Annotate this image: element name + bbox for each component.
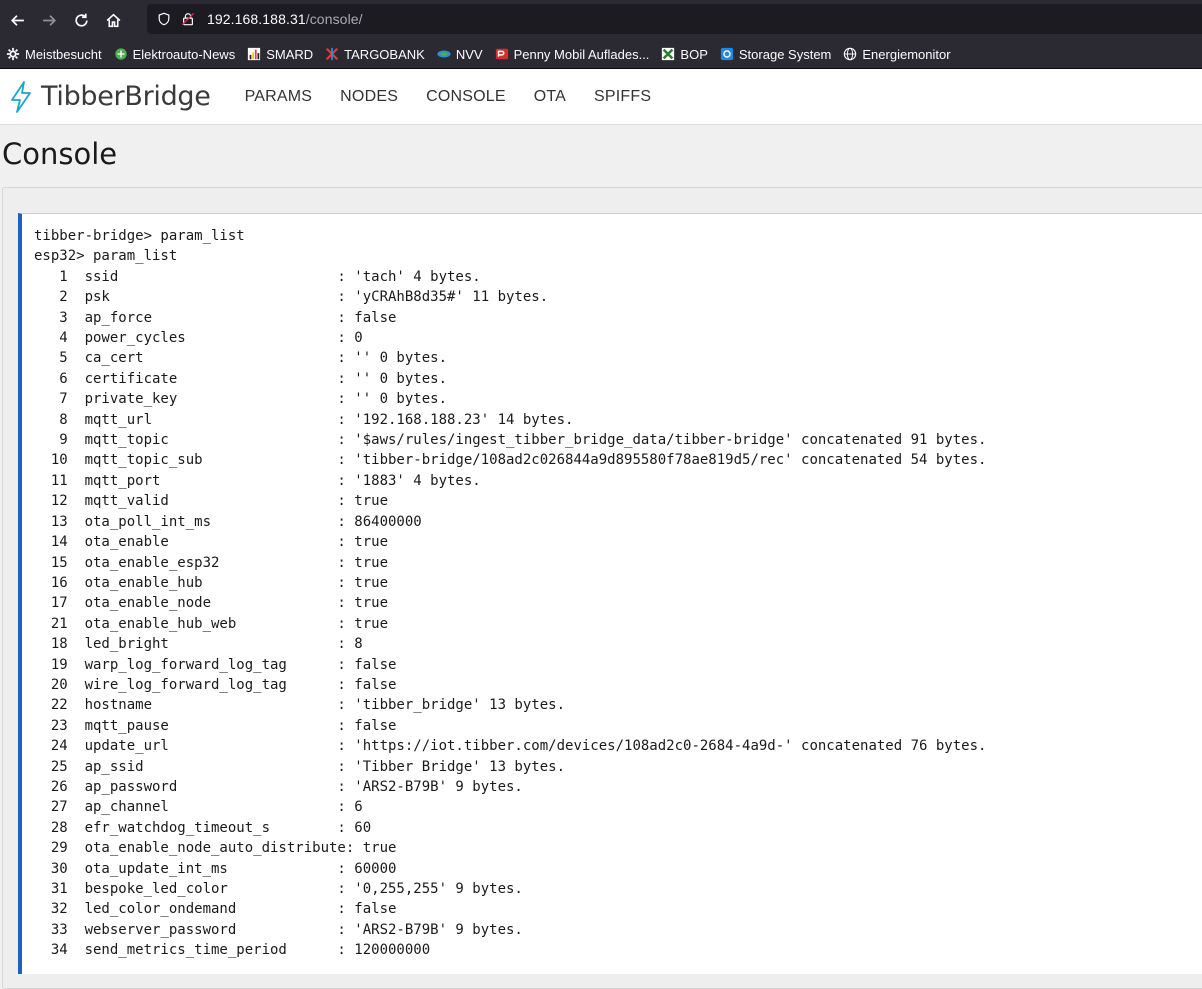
console-line: 22 hostname : 'tibber_bridge' 13 bytes. <box>34 697 566 714</box>
bookmark-nvv[interactable]: NVV <box>437 47 483 62</box>
console-line: 8 mqtt_url : '192.168.188.23' 14 bytes. <box>34 411 574 428</box>
bookmark-elektroauto-news[interactable]: Elektroauto-News <box>114 46 236 62</box>
address-bar[interactable]: 192.168.188.31/console/ <box>147 4 1202 34</box>
bookmark-label: Energiemonitor <box>862 46 951 62</box>
console-line: 31 bespoke_led_color : '0,255,255' 9 byt… <box>34 881 523 897</box>
nav-console[interactable]: CONSOLE <box>426 88 506 106</box>
console-line: 32 led_color_ondemand : false <box>34 901 397 918</box>
bookmark-label: TARGOBANK <box>344 46 425 62</box>
arrow-right-icon <box>42 14 56 26</box>
console-line: 9 mqtt_topic : '$aws/rules/ingest_tibber… <box>34 432 987 449</box>
console-line: 1 ssid : 'tach' 4 bytes. <box>34 268 481 285</box>
url-host: 192.168.188.31 <box>207 11 306 27</box>
console-line: 19 warp_log_forward_log_tag : false <box>34 656 397 673</box>
console-line: 20 wire_log_forward_log_tag : false <box>34 676 397 693</box>
bookmark-label: NVV <box>455 46 483 62</box>
chart-icon <box>247 47 261 61</box>
console-line: 13 ota_poll_int_ms : 86400000 <box>34 513 422 530</box>
forward-button[interactable] <box>34 5 64 35</box>
arrow-left-icon <box>10 14 24 26</box>
nav-spiffs[interactable]: SPIFFS <box>594 88 651 106</box>
console-line: 23 mqtt_pause : false <box>34 717 397 734</box>
console-line: 4 power_cycles : 0 <box>34 330 363 347</box>
console-line: 28 efr_watchdog_timeout_s : 60 <box>34 819 372 836</box>
penny-icon <box>495 47 509 61</box>
bookmark-smard[interactable]: SMARD <box>247 47 313 62</box>
console-line: 2 psk : 'yCRAhB8d35#' 11 bytes. <box>34 289 549 306</box>
console-line: 26 ap_password : 'ARS2-B79B' 9 bytes. <box>34 778 523 795</box>
nav-params[interactable]: PARAMS <box>245 88 313 106</box>
url-text[interactable]: 192.168.188.31/console/ <box>207 11 363 27</box>
bookmark-label: BOP <box>680 46 708 62</box>
home-button[interactable] <box>98 5 128 35</box>
app-header: TibberBridge PARAMS NODES CONSOLE OTA SP… <box>0 69 1202 125</box>
globe-icon <box>114 47 128 61</box>
nav-nodes[interactable]: NODES <box>340 88 398 106</box>
console-line: 10 mqtt_topic_sub : 'tibber-bridge/108ad… <box>34 452 987 469</box>
console-line: 15 ota_enable_esp32 : true <box>34 554 389 571</box>
console-line: 25 ap_ssid : 'Tibber Bridge' 13 bytes. <box>34 758 566 775</box>
console-line: 12 mqtt_valid : true <box>34 493 389 510</box>
bookmark-energiemonitor[interactable]: Energiemonitor <box>843 46 951 62</box>
bookmarks-bar: Meistbesucht Elektroauto-News SMARD TARG… <box>0 40 1202 69</box>
bookmark-label: Meistbesucht <box>25 46 102 62</box>
bookmark-targobank[interactable]: TARGOBANK <box>325 47 425 62</box>
console-output: tibber-bridge> param_list esp32> param_li… <box>22 214 1202 961</box>
console-line: 17 ota_enable_node : true <box>34 595 389 612</box>
bookmark-label: Elektroauto-News <box>132 46 236 62</box>
bus-icon <box>437 47 451 61</box>
home-icon <box>106 13 120 27</box>
console-line: 7 private_key : '' 0 bytes. <box>34 391 448 408</box>
reload-button[interactable] <box>66 5 96 35</box>
console-line: 33 webserver_password : 'ARS2-B79B' 9 by… <box>34 921 523 938</box>
bookmark-penny-mobil[interactable]: Penny Mobil Auflades... <box>495 46 650 62</box>
console-line: esp32> param_list <box>34 248 178 265</box>
insecure-lock-icon[interactable] <box>181 12 195 26</box>
console-line: 14 ota_enable : true <box>34 534 389 551</box>
main-nav: PARAMS NODES CONSOLE OTA SPIFFS <box>245 88 680 106</box>
console-line: 3 ap_force : false <box>34 309 397 326</box>
console-line: 30 ota_update_int_ms : 60000 <box>34 860 397 877</box>
console-line: 6 certificate : '' 0 bytes. <box>34 370 448 387</box>
lightning-bolt-icon <box>8 80 34 114</box>
console-output-area[interactable]: tibber-bridge> param_list esp32> param_li… <box>18 213 1202 974</box>
console-line: 21 ota_enable_hub_web : true <box>34 615 389 632</box>
reload-icon <box>74 13 88 27</box>
bookmark-label: Penny Mobil Auflades... <box>513 46 650 62</box>
bookmark-bop[interactable]: BOP <box>661 46 708 62</box>
bookmark-storage-system[interactable]: Storage System <box>720 46 832 62</box>
console-line: 5 ca_cert : '' 0 bytes. <box>34 350 448 367</box>
console-line: 11 mqtt_port : '1883' 4 bytes. <box>34 472 481 489</box>
console-line: 27 ap_channel : 6 <box>34 799 363 816</box>
url-path: /console/ <box>305 11 363 27</box>
brand-name[interactable]: TibberBridge <box>41 81 211 112</box>
bookmark-label: SMARD <box>266 46 314 62</box>
globe-icon <box>843 47 857 61</box>
page-title: Console <box>2 137 118 171</box>
storage-icon <box>720 47 734 61</box>
shield-icon[interactable] <box>157 12 171 26</box>
console-line: 24 update_url : 'https://iot.tibber.com/… <box>34 738 987 755</box>
bop-icon <box>661 47 675 61</box>
bookmark-meistbesucht[interactable]: Meistbesucht <box>6 47 102 62</box>
bookmark-label: Storage System <box>738 46 832 62</box>
browser-toolbar: 192.168.188.31/console/ <box>0 0 1202 40</box>
bank-icon <box>325 47 339 61</box>
console-line: 18 led_bright : 8 <box>34 636 363 653</box>
console-line: 16 ota_enable_hub : true <box>34 574 389 591</box>
nav-ota[interactable]: OTA <box>534 88 566 106</box>
gear-icon <box>6 47 20 61</box>
console-line: 29 ota_enable_node_auto_distribute: true <box>34 840 397 857</box>
console-line: tibber-bridge> param_list <box>34 228 245 244</box>
back-button[interactable] <box>2 5 32 35</box>
